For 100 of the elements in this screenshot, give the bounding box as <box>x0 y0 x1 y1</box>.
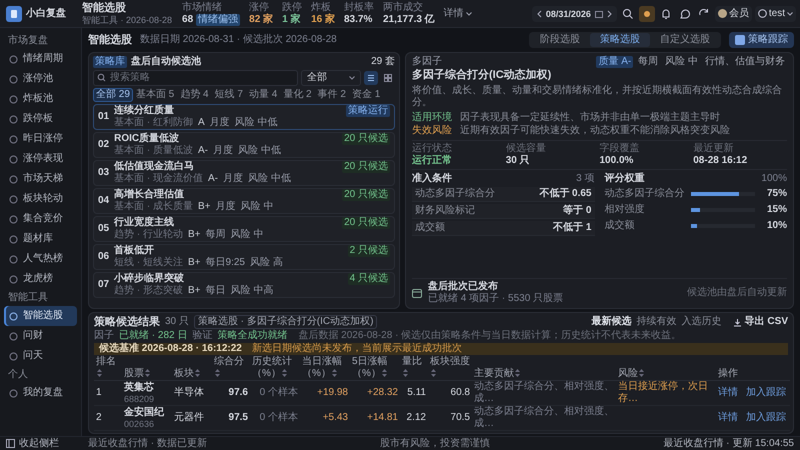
mode-tab[interactable]: 策略选股 <box>590 33 650 47</box>
history-cell: 0 个样本 <box>250 406 300 430</box>
details-button[interactable]: 详情 <box>444 8 472 20</box>
sort-icon[interactable] <box>97 369 102 378</box>
column-header[interactable]: 主要贡献 <box>474 368 520 380</box>
category-chip[interactable]: 事件 2 <box>314 88 349 102</box>
strategy-item[interactable]: 03 低估值现金流白马 20 只候选 基本面 · 现金流价值 A- 月度 风险 中低 <box>93 160 395 186</box>
category-chip[interactable]: 基本面 5 <box>132 88 178 102</box>
sort-icon[interactable] <box>382 369 387 378</box>
stock-name[interactable]: 英集芯 <box>124 382 170 394</box>
search-field[interactable]: 搜索策略 <box>93 70 298 86</box>
ring-icon <box>9 174 18 184</box>
column-header[interactable]: 板块强度 <box>430 356 470 380</box>
export-button[interactable]: 导出 CSV <box>732 316 788 328</box>
sidebar-item[interactable]: 我的复盘 <box>4 383 77 403</box>
sidebar-item[interactable]: 涨停表现 <box>4 149 77 169</box>
category-chip[interactable]: 量化 2 <box>280 88 315 102</box>
note-text: 因子表现具备一定延续性、市场并非由单一极端主题主导时 <box>460 112 720 124</box>
sidebar-item[interactable]: 跌停板 <box>4 109 77 129</box>
column-header[interactable]: 历史统计（%） <box>252 356 298 380</box>
sidebar-item[interactable]: 炸板池 <box>4 89 77 109</box>
sidebar-item[interactable]: 板块轮动 <box>4 189 77 209</box>
mode-tab[interactable]: 自定义选股 <box>650 33 720 47</box>
results-tab[interactable]: 入选历史 <box>682 316 722 328</box>
category-chip[interactable]: 资金 1 <box>348 88 384 102</box>
sidebar-item[interactable]: 市场天梯 <box>4 169 77 189</box>
ring-icon <box>9 154 18 164</box>
action-link[interactable]: 详情 <box>718 412 738 424</box>
chevron-right-icon[interactable] <box>606 10 613 18</box>
volume-ratio-cell: 5.11 <box>400 380 428 406</box>
chevron-left-icon[interactable] <box>536 10 542 18</box>
sidebar-item[interactable]: 问天 <box>4 346 77 366</box>
track-button[interactable]: 策略跟踪 <box>729 32 794 48</box>
action-link[interactable]: 加入跟踪 <box>746 387 786 399</box>
sort-icon[interactable] <box>332 369 337 378</box>
sort-icon[interactable] <box>215 369 220 378</box>
sort-icon[interactable] <box>515 369 520 378</box>
sidebar-item[interactable]: 集合竞价 <box>4 209 77 229</box>
strategy-item[interactable]: 02 ROIC质量低波 20 只候选 基本面 · 质量低波 A- 月度 风险 中低 <box>93 132 395 158</box>
date-picker[interactable]: 08/31/2026 <box>532 6 617 22</box>
column-header[interactable]: 排名 <box>96 356 120 380</box>
sidebar-item[interactable]: 昨日涨停 <box>4 129 77 149</box>
category-chip[interactable]: 全部 29 <box>93 88 133 102</box>
strategy-grade: B+ <box>188 285 201 297</box>
strategy-frequency: 月度 <box>216 201 236 213</box>
strategy-item[interactable]: 07 小碎步临界突破 4 只候选 趋势 · 形态突破 B+ 每日 风险 中高 <box>93 272 395 298</box>
sort-icon[interactable] <box>639 369 644 378</box>
user-button[interactable]: test <box>754 6 796 22</box>
strategy-item[interactable]: 05 行业宽度主线 20 只候选 趋势 · 行业轮动 B+ 每周 风险 中 <box>93 216 395 242</box>
sidebar-item[interactable]: 涨停池 <box>4 69 77 89</box>
strategy-category: 基本面 · 红利防御 <box>114 117 194 129</box>
column-header[interactable]: 5日涨幅（%） <box>352 356 398 380</box>
strategy-item[interactable]: 06 首板低开 2 只候选 短线 · 短线关注 B+ 每日9:25 风险 高 <box>93 244 395 270</box>
column-header[interactable]: 当日涨幅（%） <box>302 356 348 380</box>
strategy-name: 连续分红质量 <box>114 105 174 116</box>
strategy-risk: 风险 中低 <box>238 145 281 157</box>
score-cell: 97.6 <box>212 380 250 406</box>
strategy-item[interactable]: 04 高增长合理估值 20 只候选 基本面 · 成长质量 B+ 月度 风险 中 <box>93 188 395 214</box>
collapse-sidebar-button[interactable]: 收起侧栏 <box>0 438 82 450</box>
mode-tab[interactable]: 阶段选股 <box>530 33 590 47</box>
condition-name: 财务风险标记 <box>415 205 475 217</box>
action-link[interactable]: 详情 <box>718 387 738 399</box>
column-header[interactable]: 风险 <box>618 368 644 380</box>
sidebar-item[interactable]: 题材库 <box>4 229 77 249</box>
sidebar-item[interactable]: 问财 <box>4 326 77 346</box>
column-header[interactable]: 操作 <box>718 368 738 380</box>
sidebar-item[interactable]: 龙虎榜 <box>4 269 77 289</box>
category-chip[interactable]: 短线 7 <box>212 88 246 102</box>
strategy-description: 将价值、成长、质量、动量和交易情绪标准化，并按近期横截面有效性动态合成综合分。 <box>412 85 783 109</box>
column-header[interactable]: 综合分 <box>214 356 248 380</box>
ring-icon <box>9 352 18 360</box>
filter-dropdown[interactable]: 全部 <box>301 70 361 86</box>
sort-icon[interactable] <box>403 369 408 378</box>
category-chip[interactable]: 趋势 4 <box>177 88 212 102</box>
results-tab[interactable]: 最新候选 <box>592 316 632 328</box>
sidebar-item[interactable]: 情绪周期 <box>4 49 77 69</box>
strategy-grade: A <box>198 117 205 129</box>
column-header[interactable]: 量比 <box>402 356 426 380</box>
strategy-number: 04 <box>98 195 110 207</box>
sort-icon[interactable] <box>431 369 436 378</box>
sort-icon[interactable] <box>282 369 287 378</box>
strategy-category: 短线 · 短线关注 <box>114 257 184 269</box>
sidebar-item[interactable]: 人气热榜 <box>4 249 77 269</box>
strategy-item[interactable]: 01 连续分红质量 策略运行 基本面 · 红利防御 A 月度 风险 中低 <box>93 104 395 130</box>
sort-icon[interactable] <box>195 369 200 378</box>
risk-cell: 当日接近涨停，次日存… <box>618 381 708 404</box>
history-cell: 0 个样本 <box>250 380 300 406</box>
column-header[interactable]: 板块 <box>174 368 200 380</box>
column-header[interactable]: 股票 <box>124 368 150 380</box>
category-chip[interactable]: 动量 4 <box>246 88 280 102</box>
note-text: 近期有效因子可能快速失效，动态权重不能消除风格突变风险 <box>460 125 730 137</box>
sort-icon[interactable] <box>145 369 150 378</box>
list-view-button[interactable] <box>364 71 378 85</box>
member-button[interactable]: 会员 <box>714 6 752 22</box>
action-link[interactable]: 加入跟踪 <box>746 412 786 424</box>
grid-view-button[interactable] <box>381 71 395 85</box>
stock-name[interactable]: 金安国纪 <box>124 407 170 419</box>
sidebar-item[interactable]: 智能选股 <box>4 306 77 326</box>
results-title: 策略候选结果 <box>94 316 160 328</box>
results-tab[interactable]: 持续有效 <box>636 316 677 328</box>
